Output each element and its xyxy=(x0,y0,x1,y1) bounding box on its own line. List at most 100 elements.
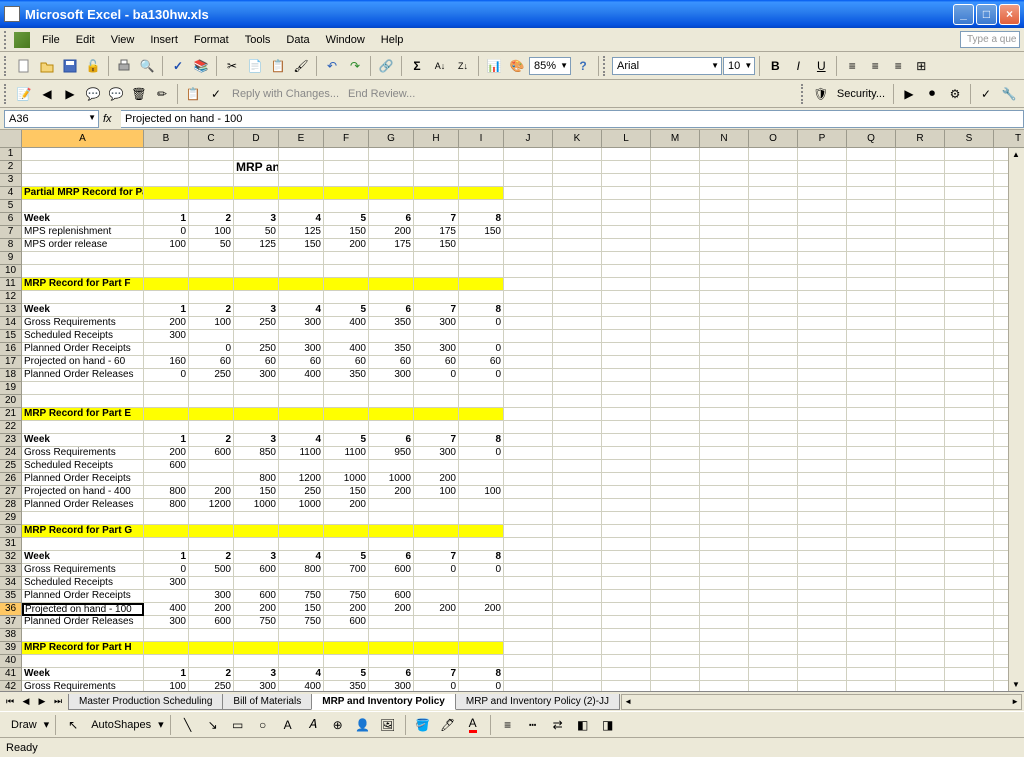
align-center-button[interactable]: ≡ xyxy=(864,55,886,77)
cell-Q29[interactable] xyxy=(847,512,896,525)
cell-R18[interactable] xyxy=(896,369,945,382)
cell-J20[interactable] xyxy=(504,395,553,408)
cell-K20[interactable] xyxy=(553,395,602,408)
cell-G28[interactable] xyxy=(369,499,414,512)
cell-M33[interactable] xyxy=(651,564,700,577)
shadow-button[interactable]: ◧ xyxy=(572,714,594,736)
cell-I17[interactable]: 60 xyxy=(459,356,504,369)
cell-F2[interactable] xyxy=(324,161,369,174)
cell-G34[interactable] xyxy=(369,577,414,590)
row-header-20[interactable]: 20 xyxy=(0,395,22,408)
cell-O2[interactable] xyxy=(749,161,798,174)
cell-H13[interactable]: 7 xyxy=(414,304,459,317)
save-button[interactable] xyxy=(59,55,81,77)
cell-G18[interactable]: 300 xyxy=(369,369,414,382)
cell-L29[interactable] xyxy=(602,512,651,525)
cell-O30[interactable] xyxy=(749,525,798,538)
show-all-comments-button[interactable]: 💬 xyxy=(105,83,127,105)
cell-M22[interactable] xyxy=(651,421,700,434)
row-header-25[interactable]: 25 xyxy=(0,460,22,473)
cell-O29[interactable] xyxy=(749,512,798,525)
cell-S40[interactable] xyxy=(945,655,994,668)
cell-F40[interactable] xyxy=(324,655,369,668)
cell-O31[interactable] xyxy=(749,538,798,551)
cell-P39[interactable] xyxy=(798,642,847,655)
cell-M20[interactable] xyxy=(651,395,700,408)
cell-C39[interactable] xyxy=(189,642,234,655)
cell-C40[interactable] xyxy=(189,655,234,668)
cell-R11[interactable] xyxy=(896,278,945,291)
cell-A21[interactable]: MRP Record for Part E xyxy=(22,408,144,421)
cell-I19[interactable] xyxy=(459,382,504,395)
row-header-42[interactable]: 42 xyxy=(0,681,22,691)
cell-Q5[interactable] xyxy=(847,200,896,213)
cell-Q32[interactable] xyxy=(847,551,896,564)
cell-F21[interactable] xyxy=(324,408,369,421)
cell-C17[interactable]: 60 xyxy=(189,356,234,369)
cell-F3[interactable] xyxy=(324,174,369,187)
cell-D22[interactable] xyxy=(234,421,279,434)
cell-H25[interactable] xyxy=(414,460,459,473)
cell-K9[interactable] xyxy=(553,252,602,265)
cell-A31[interactable] xyxy=(22,538,144,551)
cell-B3[interactable] xyxy=(144,174,189,187)
cell-D21[interactable] xyxy=(234,408,279,421)
cell-M7[interactable] xyxy=(651,226,700,239)
cell-D15[interactable] xyxy=(234,330,279,343)
cell-B9[interactable] xyxy=(144,252,189,265)
cell-E37[interactable]: 750 xyxy=(279,616,324,629)
cell-I20[interactable] xyxy=(459,395,504,408)
security-label[interactable]: Security... xyxy=(833,88,889,100)
select-objects-button[interactable]: ↖ xyxy=(62,714,84,736)
cell-H18[interactable]: 0 xyxy=(414,369,459,382)
cell-S1[interactable] xyxy=(945,148,994,161)
cell-B38[interactable] xyxy=(144,629,189,642)
col-header-T[interactable]: T xyxy=(994,130,1024,148)
cell-R35[interactable] xyxy=(896,590,945,603)
cell-C30[interactable] xyxy=(189,525,234,538)
cell-J5[interactable] xyxy=(504,200,553,213)
cell-K14[interactable] xyxy=(553,317,602,330)
cell-P1[interactable] xyxy=(798,148,847,161)
cell-S29[interactable] xyxy=(945,512,994,525)
cell-A6[interactable]: Week xyxy=(22,213,144,226)
cell-G3[interactable] xyxy=(369,174,414,187)
cell-L27[interactable] xyxy=(602,486,651,499)
cell-J30[interactable] xyxy=(504,525,553,538)
drawing-button[interactable]: 🎨 xyxy=(506,55,528,77)
cell-K36[interactable] xyxy=(553,603,602,616)
cell-D27[interactable]: 150 xyxy=(234,486,279,499)
cell-C23[interactable]: 2 xyxy=(189,434,234,447)
cell-C27[interactable]: 200 xyxy=(189,486,234,499)
cell-H26[interactable]: 200 xyxy=(414,473,459,486)
cell-O42[interactable] xyxy=(749,681,798,691)
cell-O39[interactable] xyxy=(749,642,798,655)
col-header-R[interactable]: R xyxy=(896,130,945,148)
vertical-scrollbar[interactable] xyxy=(1008,148,1024,691)
cell-S25[interactable] xyxy=(945,460,994,473)
sort-desc-button[interactable]: Z↓ xyxy=(452,55,474,77)
cell-F38[interactable] xyxy=(324,629,369,642)
cell-S7[interactable] xyxy=(945,226,994,239)
cell-G36[interactable]: 200 xyxy=(369,603,414,616)
cell-A28[interactable]: Planned Order Releases xyxy=(22,499,144,512)
cell-S8[interactable] xyxy=(945,239,994,252)
row-header-29[interactable]: 29 xyxy=(0,512,22,525)
cell-S31[interactable] xyxy=(945,538,994,551)
format-painter-button[interactable]: 🖌 xyxy=(290,55,312,77)
cell-P23[interactable] xyxy=(798,434,847,447)
bold-button[interactable]: B xyxy=(764,55,786,77)
cell-S17[interactable] xyxy=(945,356,994,369)
cell-A2[interactable] xyxy=(22,161,144,174)
cell-F34[interactable] xyxy=(324,577,369,590)
cell-C19[interactable] xyxy=(189,382,234,395)
cell-Q8[interactable] xyxy=(847,239,896,252)
cell-G16[interactable]: 350 xyxy=(369,343,414,356)
row-header-23[interactable]: 23 xyxy=(0,434,22,447)
cell-B35[interactable] xyxy=(144,590,189,603)
cell-P42[interactable] xyxy=(798,681,847,691)
cell-L26[interactable] xyxy=(602,473,651,486)
cell-E15[interactable] xyxy=(279,330,324,343)
cell-K11[interactable] xyxy=(553,278,602,291)
cell-H5[interactable] xyxy=(414,200,459,213)
